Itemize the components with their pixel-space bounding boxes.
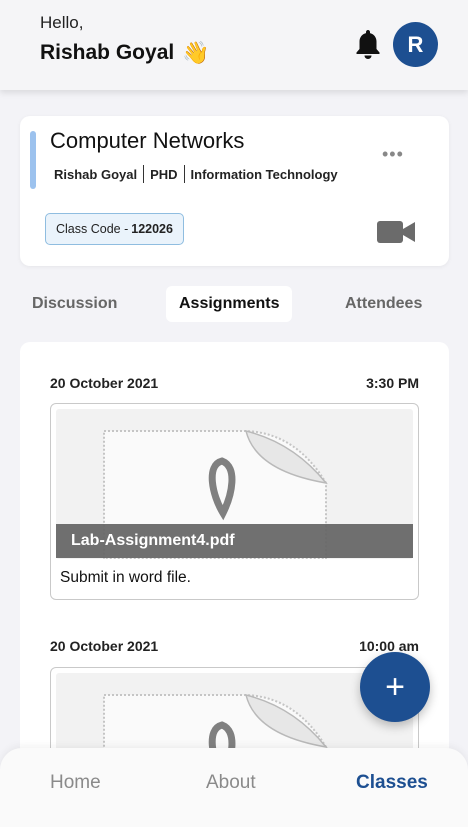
tab-discussion[interactable]: Discussion [32, 286, 117, 322]
video-camera-icon[interactable] [377, 219, 415, 245]
avatar[interactable]: R [393, 22, 438, 67]
course-card: Computer Networks Rishab Goyal PHD Infor… [20, 116, 449, 266]
assignment-description: Submit in word file. [60, 569, 191, 586]
tab-bar: Discussion Assignments Attendees [0, 286, 468, 322]
nav-about[interactable]: About [206, 772, 256, 794]
bell-icon[interactable] [353, 28, 383, 60]
file-name-label: Lab-Assignment4.pdf [56, 524, 413, 558]
assignment-date: 20 October 2021 [50, 638, 159, 654]
bottom-nav: Home About Classes [0, 748, 468, 827]
degree-label: PHD [150, 166, 178, 182]
more-options-icon[interactable]: ••• [382, 144, 404, 165]
add-assignment-button[interactable]: + [360, 652, 430, 722]
course-accent-bar [30, 131, 36, 189]
nav-home[interactable]: Home [50, 772, 101, 794]
nav-classes[interactable]: Classes [356, 772, 428, 794]
instructor-name: Rishab Goyal [54, 166, 138, 182]
course-title: Computer Networks [50, 128, 245, 153]
assignment-time: 3:30 PM [366, 375, 419, 391]
app-header: Hello, Rishab Goyal 👋 R [0, 0, 468, 90]
class-code-badge: Class Code - 122026 [45, 213, 184, 245]
meta-divider [143, 165, 145, 183]
class-code-label: Class Code - [56, 222, 129, 236]
user-name: Rishab Goyal 👋 [40, 40, 210, 66]
assignment-card[interactable]: Lab-Assignment4.pdf Submit in word file. [50, 403, 419, 600]
meta-divider [183, 165, 185, 183]
waving-hand-icon: 👋 [182, 40, 210, 65]
course-meta: Rishab Goyal PHD Information Technology [54, 165, 338, 183]
user-name-label: Rishab Goyal [40, 41, 175, 64]
assignment-date: 20 October 2021 [50, 375, 159, 391]
department-label: Information Technology [190, 166, 338, 182]
greeting-text: Hello, [40, 13, 84, 32]
class-code-value: 122026 [131, 222, 173, 236]
tab-attendees[interactable]: Attendees [345, 286, 422, 322]
tab-assignments[interactable]: Assignments [166, 286, 293, 322]
